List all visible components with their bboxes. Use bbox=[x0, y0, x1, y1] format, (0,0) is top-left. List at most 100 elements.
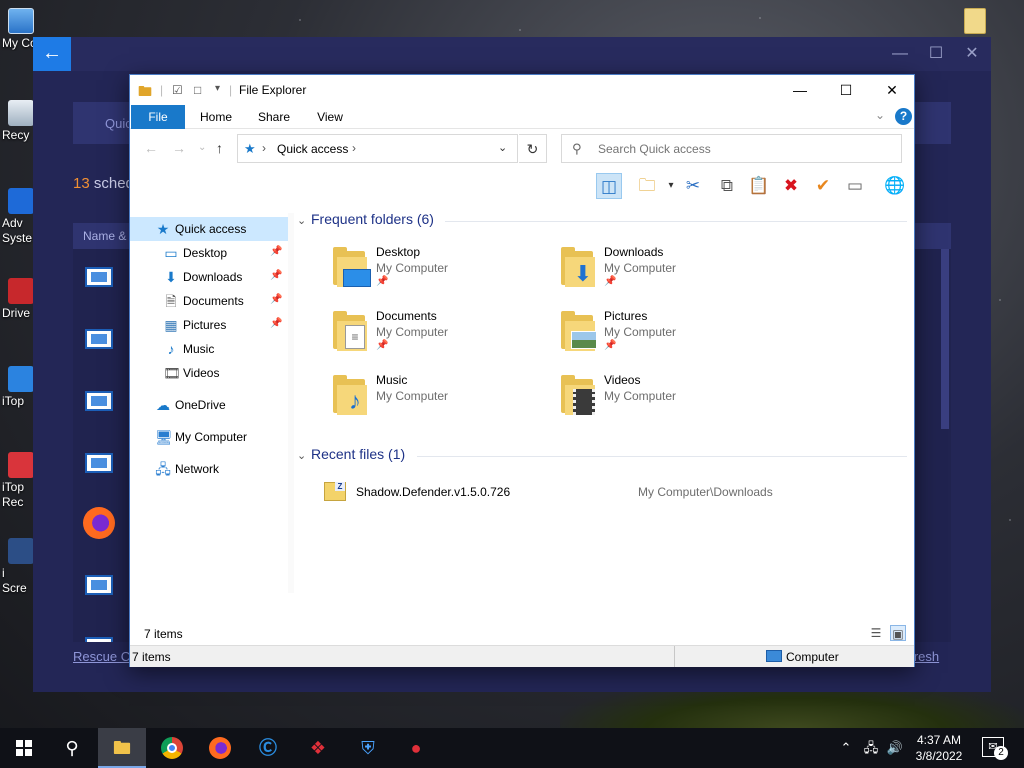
expand-ribbon-icon[interactable]: ⌄ bbox=[875, 108, 885, 122]
sidebar-item-network[interactable]: 🖧 Network bbox=[130, 457, 288, 481]
app-minimize-button[interactable]: — bbox=[883, 37, 917, 71]
sidebar-item-videos[interactable]: 🎞 Videos bbox=[130, 361, 288, 385]
app-maximize-button[interactable]: ☐ bbox=[919, 37, 953, 71]
delete-icon[interactable]: ✖ bbox=[778, 173, 804, 199]
app-rescue-link[interactable]: Rescue Ce bbox=[73, 649, 137, 664]
chrome-icon[interactable] bbox=[148, 728, 196, 768]
large-icons-view-icon[interactable]: ▣ bbox=[890, 625, 906, 641]
firefox-icon bbox=[83, 507, 115, 539]
paste-icon[interactable]: 📋 bbox=[746, 173, 772, 199]
desktop-icon-driver-booster[interactable]: Drive bbox=[0, 278, 34, 321]
item-count-secondary: 7 items bbox=[132, 650, 171, 664]
recent-file-row[interactable]: Shadow.Defender.v1.5.0.726 My Computer\D… bbox=[321, 480, 901, 504]
forward-icon[interactable]: → bbox=[172, 140, 186, 156]
advanced-systemcare-icon bbox=[8, 188, 34, 214]
breadcrumb-quick-access[interactable]: Quick access bbox=[277, 142, 348, 156]
close-button[interactable]: ✕ bbox=[869, 75, 915, 105]
address-bar[interactable]: ★ › Quick access › ⌄ bbox=[237, 134, 518, 163]
folder-tile-documents[interactable]: ≡ Documents My Computer 📌 bbox=[331, 309, 541, 363]
network-icon[interactable]: 🖧 bbox=[860, 728, 882, 768]
rename-icon[interactable]: ▭ bbox=[842, 173, 868, 199]
chevron-right-icon[interactable]: › bbox=[262, 141, 266, 155]
folder-tile-pictures[interactable]: Pictures My Computer 📌 bbox=[559, 309, 769, 363]
maximize-button[interactable]: ☐ bbox=[823, 75, 869, 105]
app-scrollbar[interactable] bbox=[941, 249, 949, 429]
globe-icon[interactable]: 🌐 bbox=[882, 173, 908, 199]
frequent-folders-header[interactable]: ⌄ Frequent folders (6) bbox=[297, 211, 434, 231]
desktop-icon-advanced-systemcare[interactable]: Adv Syste bbox=[0, 188, 34, 246]
desktop-folder-icon[interactable] bbox=[964, 8, 986, 34]
recorder-icon[interactable]: ● bbox=[392, 728, 440, 768]
desktop-icon-recycle-bin[interactable]: Recy bbox=[0, 100, 34, 143]
explorer-status-bar: 7 items ☰ ▣ bbox=[130, 623, 914, 645]
new-item-icon[interactable]: 🗀 bbox=[634, 173, 660, 199]
screen-recorder-icon bbox=[8, 538, 34, 564]
tab-file[interactable]: File bbox=[131, 105, 185, 129]
copy-icon[interactable]: ⧉ bbox=[714, 173, 740, 199]
sidebar-item-music[interactable]: ♪ Music bbox=[130, 337, 288, 361]
app-row-icon bbox=[85, 637, 113, 642]
preview-pane-icon[interactable]: ◫ bbox=[596, 173, 622, 199]
sidebar-item-quick-access[interactable]: ★ Quick access bbox=[130, 217, 288, 241]
content-pane: ⌄ Frequent folders (6) Desktop My Compute… bbox=[295, 205, 911, 615]
back-icon[interactable]: ← bbox=[144, 140, 158, 156]
sidebar-item-onedrive[interactable]: ☁ OneDrive bbox=[130, 393, 288, 417]
minimize-button[interactable]: — bbox=[777, 75, 823, 105]
help-icon[interactable]: ? bbox=[895, 108, 912, 125]
app-close-button[interactable]: ✕ bbox=[955, 37, 989, 71]
antivirus-icon[interactable]: ❖ bbox=[294, 728, 342, 768]
folder-icon[interactable]: 🖿 bbox=[138, 81, 152, 105]
desktop-icon-screen-recorder[interactable]: i Scre bbox=[0, 538, 34, 596]
file-explorer-icon[interactable]: 🖿 bbox=[98, 728, 146, 768]
desktop-icon-my-computer[interactable]: My Co bbox=[0, 8, 34, 51]
desktop-icon-itop-recorder[interactable]: iTop Rec bbox=[0, 452, 34, 510]
volume-icon[interactable]: 🔊 bbox=[884, 728, 906, 768]
folder-tile-downloads[interactable]: ⬇ Downloads My Computer 📌 bbox=[559, 245, 769, 299]
search-input[interactable] bbox=[598, 141, 888, 157]
zip-archive-icon bbox=[324, 482, 346, 501]
back-arrow-icon[interactable]: ← bbox=[33, 37, 71, 71]
folder-tile-music[interactable]: ♪ Music My Computer bbox=[331, 373, 541, 427]
navigation-pane-scrollbar[interactable] bbox=[288, 213, 294, 593]
customize-toolbar-icon[interactable]: ▾ bbox=[215, 83, 220, 94]
app-column-name[interactable]: Name & bbox=[83, 229, 126, 243]
desktop-icon-itop[interactable]: iTop bbox=[0, 366, 34, 409]
sidebar-item-documents[interactable]: 🗎 Documents 📌 bbox=[130, 289, 288, 313]
recycle-bin-icon bbox=[8, 100, 34, 126]
tab-home[interactable]: Home bbox=[194, 105, 238, 129]
app-row-icon bbox=[85, 575, 113, 595]
folder-tile-desktop[interactable]: Desktop My Computer 📌 bbox=[331, 245, 541, 299]
app-row-icon bbox=[85, 453, 113, 473]
shield-icon[interactable]: ⛨ bbox=[344, 728, 392, 768]
ccleaner-icon[interactable]: Ⓒ bbox=[244, 728, 292, 768]
system-clock[interactable]: 4:37 AM 3/8/2022 bbox=[908, 732, 970, 764]
app-tab-quick[interactable]: Quic bbox=[105, 116, 132, 131]
show-hidden-icons-icon[interactable]: ⌃ bbox=[836, 728, 856, 768]
recent-files-header[interactable]: ⌄ Recent files (1) bbox=[297, 446, 405, 466]
checkmark-icon[interactable]: ✔ bbox=[810, 173, 836, 199]
firefox-icon[interactable] bbox=[196, 728, 244, 768]
sidebar-item-downloads[interactable]: ⬇ Downloads 📌 bbox=[130, 265, 288, 289]
start-button[interactable] bbox=[0, 728, 48, 768]
properties-icon[interactable]: ☑ bbox=[172, 83, 183, 97]
details-view-icon[interactable]: ☰ bbox=[868, 625, 884, 641]
new-folder-icon[interactable]: □ bbox=[194, 83, 201, 97]
cut-icon[interactable]: ✂ bbox=[680, 173, 706, 199]
folder-tile-videos[interactable]: Videos My Computer bbox=[559, 373, 769, 427]
search-box[interactable]: ⚲ bbox=[561, 134, 902, 163]
chevron-right-icon[interactable]: › bbox=[352, 141, 356, 155]
tab-view[interactable]: View bbox=[308, 105, 352, 129]
recent-locations-icon[interactable]: ⌄ bbox=[198, 142, 206, 153]
download-icon: ⬇ bbox=[165, 269, 177, 285]
sidebar-item-pictures[interactable]: ▦ Pictures 📌 bbox=[130, 313, 288, 337]
chevron-down-icon[interactable]: ⌄ bbox=[498, 141, 507, 154]
item-count: 7 items bbox=[144, 627, 183, 641]
refresh-button[interactable]: ↻ bbox=[519, 134, 547, 163]
cloud-icon: ☁ bbox=[156, 397, 170, 413]
video-icon: 🎞 bbox=[163, 365, 181, 381]
search-icon[interactable]: ⚲ bbox=[48, 728, 96, 768]
tab-share[interactable]: Share bbox=[252, 105, 296, 129]
up-icon[interactable]: ↑ bbox=[216, 140, 223, 156]
sidebar-item-desktop[interactable]: ▭ Desktop 📌 bbox=[130, 241, 288, 265]
sidebar-item-my-computer[interactable]: 🖥 My Computer bbox=[130, 425, 288, 449]
